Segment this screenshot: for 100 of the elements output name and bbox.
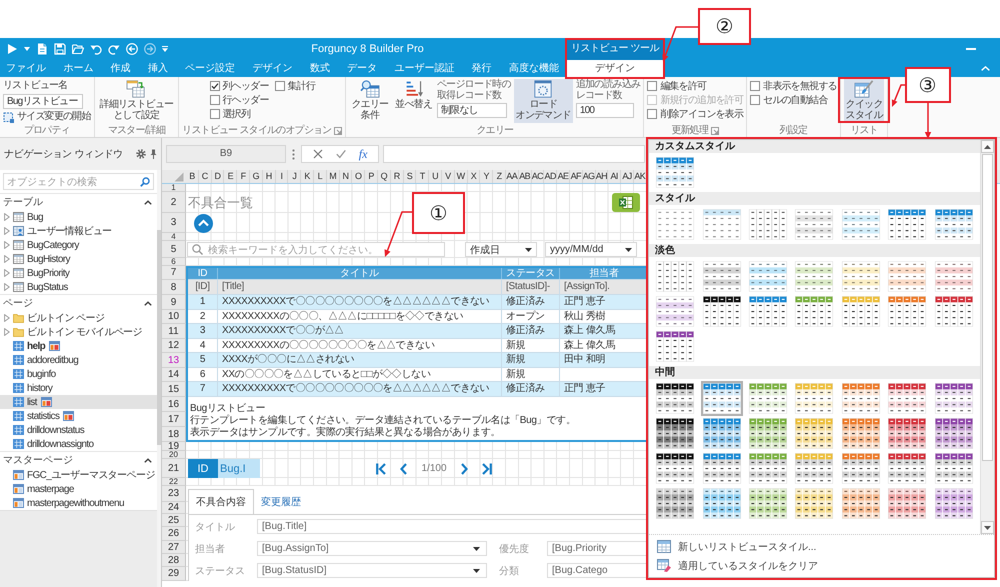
column-letter[interactable]: R <box>390 170 404 183</box>
table-style-icon[interactable] <box>700 381 743 416</box>
tree-item[interactable]: addoreditbug <box>0 353 157 367</box>
row-number[interactable]: 21 <box>162 459 186 478</box>
column-letter[interactable]: AE <box>557 170 570 183</box>
scroll-up-button[interactable] <box>981 140 994 153</box>
tree-item[interactable]: BugStatus <box>0 280 157 294</box>
text-field[interactable]: [Bug.Priority <box>547 541 648 556</box>
scrollbar-thumb[interactable] <box>157 230 161 445</box>
tree-item[interactable]: BugHistory <box>0 252 157 266</box>
page-icon[interactable] <box>36 43 48 55</box>
column-letter[interactable]: J <box>288 170 302 183</box>
row-number[interactable]: 26 <box>162 527 186 541</box>
table-style-icon[interactable] <box>749 418 788 449</box>
tree-item[interactable]: BugCategory <box>0 238 157 252</box>
tree-item[interactable]: masterpagewithoutmenu <box>0 496 157 510</box>
checkbox-label[interactable]: セルの自動結合 <box>763 93 828 107</box>
chevron-up-icon[interactable] <box>144 458 152 462</box>
pin-icon[interactable] <box>150 149 157 159</box>
column-letter[interactable]: AC <box>532 170 544 183</box>
triangle-right-icon[interactable] <box>3 283 11 291</box>
checkbox-label[interactable]: 非表示を無視する <box>763 79 837 93</box>
row-number[interactable]: 23 <box>162 486 186 502</box>
checkbox[interactable] <box>210 109 220 119</box>
column-letter[interactable]: C <box>198 170 212 183</box>
row-number[interactable]: 3 <box>162 213 186 233</box>
column-letter[interactable]: Z <box>493 170 506 183</box>
load-on-demand-button[interactable]: ロード オンデマンド <box>514 79 573 123</box>
row-number[interactable]: 2 <box>162 192 186 213</box>
checkbox[interactable] <box>750 81 760 91</box>
row-number[interactable]: 28 <box>162 554 186 567</box>
table-style-icon[interactable] <box>749 453 788 484</box>
column-letter[interactable]: AA <box>506 170 519 183</box>
table-style-icon[interactable] <box>656 418 694 449</box>
quick-style-button[interactable]: クイック スタイル <box>844 79 884 123</box>
dropdown-field[interactable]: [Bug.StatusID] <box>257 563 487 578</box>
search-icon[interactable] <box>140 176 150 186</box>
function-button[interactable]: fx <box>358 147 368 161</box>
table-style-icon[interactable] <box>656 157 694 188</box>
launcher-icon[interactable] <box>711 126 720 134</box>
row-number[interactable]: 27 <box>162 541 186 554</box>
table-style-icon[interactable] <box>749 296 788 327</box>
column-letter[interactable]: H <box>262 170 276 183</box>
table-style-icon[interactable] <box>795 296 834 327</box>
column-letter[interactable]: I <box>276 170 288 183</box>
table-style-icon[interactable] <box>702 418 741 449</box>
table-style-icon[interactable] <box>888 383 926 414</box>
play-icon[interactable] <box>6 43 18 55</box>
text-field[interactable]: [Bug.Catego <box>547 563 648 578</box>
column-letter[interactable]: AG <box>582 170 596 183</box>
caret-down-icon[interactable] <box>24 47 30 51</box>
dropdown-field[interactable]: [Bug.AssignTo] <box>257 541 487 556</box>
scroll-down-button[interactable] <box>981 521 994 534</box>
table-style-icon[interactable] <box>749 209 788 240</box>
row-number[interactable]: 10 <box>162 310 186 324</box>
chevron-right-icon[interactable] <box>460 462 468 474</box>
column-letter[interactable]: N <box>340 170 352 183</box>
name-input[interactable]: Bugリストビュー <box>3 94 83 109</box>
formula-field[interactable] <box>383 145 645 163</box>
tree-item[interactable]: Bug <box>0 210 157 224</box>
scrollbar-thumb[interactable] <box>982 154 993 461</box>
row-number[interactable]: 7 <box>162 266 186 280</box>
checkbox[interactable] <box>647 109 658 119</box>
table-style-icon[interactable] <box>656 488 694 519</box>
dropdown-field[interactable]: 作成日 <box>465 242 537 257</box>
table-style-icon[interactable] <box>656 331 694 362</box>
table-style-icon[interactable] <box>842 453 880 484</box>
table-style-icon[interactable] <box>749 383 788 414</box>
section-header[interactable]: テーブル <box>0 193 157 210</box>
table-style-icon[interactable] <box>795 418 834 449</box>
triangle-right-icon[interactable] <box>3 227 11 235</box>
table-style-icon[interactable] <box>795 383 834 414</box>
redo-icon[interactable] <box>108 43 120 55</box>
name-box[interactable]: B9 <box>166 145 286 163</box>
record-count-input[interactable]: 制限なし <box>437 103 508 118</box>
row-number[interactable]: 12 <box>162 339 186 353</box>
column-letter[interactable]: Q <box>378 170 391 183</box>
column-letter[interactable]: B <box>186 170 199 183</box>
column-letter[interactable]: AD <box>544 170 558 183</box>
triangle-right-icon[interactable] <box>3 269 11 277</box>
tree-item[interactable]: drilldownassignto <box>0 437 157 451</box>
table-style-icon[interactable] <box>656 453 694 484</box>
row-number[interactable]: 5 <box>162 241 186 258</box>
checkbox-label[interactable]: 編集を許可 <box>660 79 706 93</box>
dropdown-field[interactable]: yyyy/MM/dd <box>545 242 637 257</box>
column-letter[interactable]: S <box>404 170 416 183</box>
column-letter[interactable]: G <box>250 170 263 183</box>
row-number[interactable]: 17 <box>162 412 186 427</box>
row-number[interactable]: 1 <box>162 184 186 192</box>
column-letter[interactable]: AK <box>634 170 647 183</box>
column-letter[interactable]: F <box>237 170 250 183</box>
table-style-icon[interactable] <box>934 453 973 484</box>
checkbox[interactable] <box>210 95 220 105</box>
checkbox[interactable] <box>647 81 658 91</box>
column-letter[interactable]: O <box>352 170 366 183</box>
column-letter[interactable]: M <box>326 170 340 183</box>
row-number[interactable]: 14 <box>162 368 186 382</box>
column-letter[interactable]: AB <box>518 170 532 183</box>
row-number[interactable]: 25 <box>162 514 186 527</box>
checkbox[interactable] <box>274 81 285 91</box>
